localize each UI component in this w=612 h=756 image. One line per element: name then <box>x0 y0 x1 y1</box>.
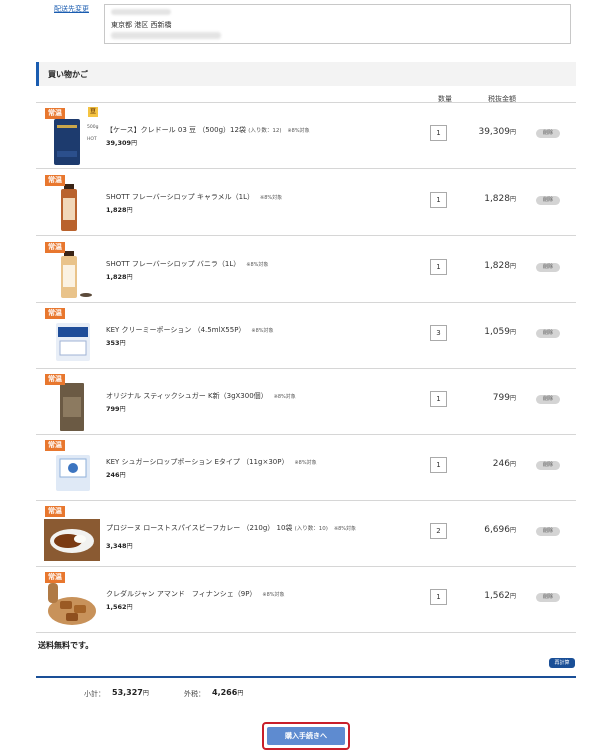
delete-button[interactable]: 削除 <box>536 395 560 404</box>
storage-badge: 常温 <box>45 308 65 319</box>
address-text: 東京都 港区 西新橋 <box>111 21 172 29</box>
line-price: 1,828円 <box>484 261 516 271</box>
quantity-input[interactable] <box>430 259 447 275</box>
line-price: 1,828円 <box>484 194 516 204</box>
product-name[interactable]: SHOTT フレーバーシロップ バニラ（1L） ※8%対象 <box>106 259 406 270</box>
delete-button[interactable]: 削除 <box>536 263 560 272</box>
proceed-to-checkout-button[interactable]: 購入手続きへ <box>267 727 345 745</box>
tax-label: 外税： <box>184 690 205 698</box>
delete-button[interactable]: 削除 <box>536 593 560 602</box>
unit-price: 799円 <box>106 405 126 413</box>
quantity-input[interactable] <box>430 523 447 539</box>
product-name[interactable]: プロジーヌ ローストスパイスビーフカレー （210g） 10袋 (入り数：10)… <box>106 523 406 534</box>
delete-button[interactable]: 削除 <box>536 196 560 205</box>
change-address-link[interactable]: 配送先変更 <box>54 4 89 14</box>
weight-tag: 500g <box>87 125 99 130</box>
line-price: 1,562円 <box>484 591 516 601</box>
cart-item-row: 常温 オリジナル スティックシュガー K新（3gX300個） ※8%対象 799円… <box>36 369 576 435</box>
delete-button[interactable]: 削除 <box>536 329 560 338</box>
product-name[interactable]: KEY シュガーシロップポーション Eタイプ （11g×30P） ※8%対象 <box>106 457 406 468</box>
storage-badge: 常温 <box>45 440 65 451</box>
unit-price: 3,348円 <box>106 542 133 550</box>
quantity-input[interactable] <box>430 457 447 473</box>
quantity-input[interactable] <box>430 192 447 208</box>
product-name[interactable]: KEY クリーミーポーション （4.5mlX55P） ※8%対象 <box>106 325 406 336</box>
address-redacted-line <box>111 32 221 39</box>
quantity-input[interactable] <box>430 391 447 407</box>
line-price: 799円 <box>492 393 516 403</box>
delete-button[interactable]: 削除 <box>536 129 560 138</box>
storage-badge: 常温 <box>45 108 65 119</box>
cart-item-row: 常温 プロジーヌ ローストスパイスビーフカレー （210g） 10袋 (入り数：… <box>36 501 576 567</box>
free-shipping-notice: 送料無料です。 <box>38 641 94 650</box>
proceed-button-highlight: 購入手続きへ <box>262 722 350 750</box>
delete-button[interactable]: 削除 <box>536 527 560 536</box>
line-price: 6,696円 <box>484 525 516 535</box>
cart-item-row: 常温 KEY シュガーシロップポーション Eタイプ （11g×30P） ※8%対象… <box>36 435 576 501</box>
product-name[interactable]: SHOTT フレーバーシロップ キャラメル（1L） ※8%対象 <box>106 192 406 203</box>
storage-badge: 常温 <box>45 374 65 385</box>
cart-item-row: 常温 クレダルジャン アマンド フィナンシェ（9P） ※8%対象 1,562円 1… <box>36 567 576 633</box>
address-box: 東京都 港区 西新橋 <box>104 4 571 44</box>
unit-price: 353円 <box>106 339 126 347</box>
product-name[interactable]: クレダルジャン アマンド フィナンシェ（9P） ※8%対象 <box>106 589 406 600</box>
unit-price: 39,309円 <box>106 139 138 147</box>
line-price: 1,059円 <box>484 327 516 337</box>
hot-tag: HOT <box>87 137 97 142</box>
storage-badge: 常温 <box>45 242 65 253</box>
product-name[interactable]: 【ケース】クレドール 03 豆 （500g）12袋 (入り数：12) ※8%対象 <box>106 125 406 136</box>
unit-price: 1,828円 <box>106 273 133 281</box>
delete-button[interactable]: 削除 <box>536 461 560 470</box>
unit-price: 1,828円 <box>106 206 133 214</box>
line-price: 246円 <box>492 459 516 469</box>
cart-title: 買い物かご <box>48 70 88 79</box>
storage-badge: 常温 <box>45 572 65 583</box>
address-redacted-line <box>111 9 171 15</box>
line-price: 39,309円 <box>478 127 516 137</box>
quantity-input[interactable] <box>430 589 447 605</box>
subtotal-value: 53,327円 <box>112 688 149 697</box>
subtotal-label: 小計： <box>84 690 105 698</box>
bean-tag: 豆 <box>88 107 98 117</box>
storage-badge: 常温 <box>45 506 65 517</box>
unit-price: 1,562円 <box>106 603 133 611</box>
cart-section-header: 買い物かご <box>36 62 576 86</box>
cart-item-row: 常温 KEY クリーミーポーション （4.5mlX55P） ※8%対象 353円 … <box>36 303 576 369</box>
unit-price: 246円 <box>106 471 126 479</box>
divider <box>36 676 576 678</box>
storage-badge: 常温 <box>45 175 65 186</box>
cart-item-row: 常温 豆 500g HOT 【ケース】クレドール 03 豆 （500g）12袋 … <box>36 103 576 169</box>
cart-item-row: 常温 SHOTT フレーバーシロップ キャラメル（1L） ※8%対象 1,828円… <box>36 170 576 236</box>
quantity-input[interactable] <box>430 325 447 341</box>
tax-value: 4,266円 <box>212 688 244 697</box>
product-name[interactable]: オリジナル スティックシュガー K新（3gX300個） ※8%対象 <box>106 391 406 402</box>
cart-item-row: 常温 SHOTT フレーバーシロップ バニラ（1L） ※8%対象 1,828円 1… <box>36 237 576 303</box>
quantity-input[interactable] <box>430 125 447 141</box>
recalculate-button[interactable]: 再計算 <box>549 658 575 668</box>
